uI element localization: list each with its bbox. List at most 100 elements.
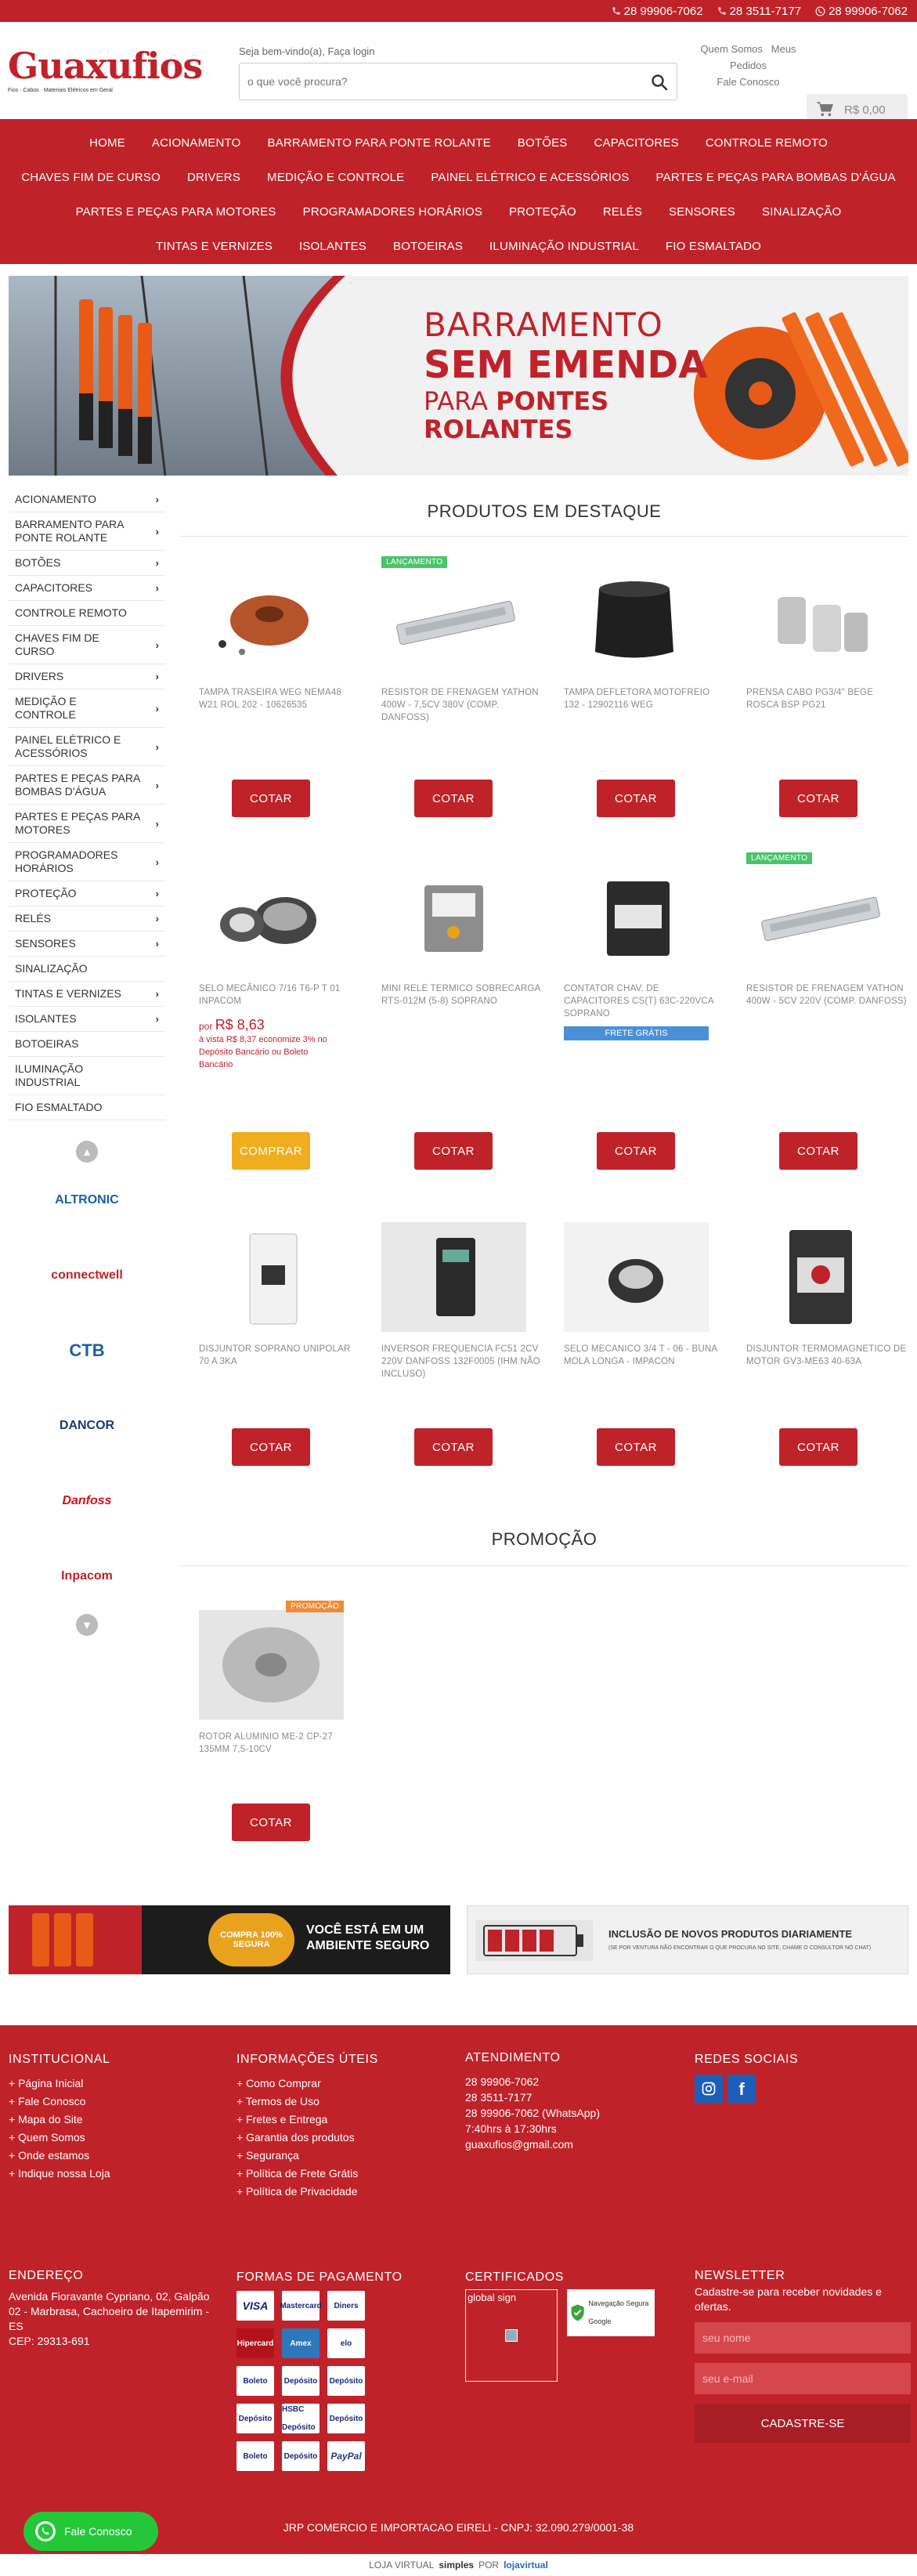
buy-button[interactable]: COMPRAR <box>232 1132 310 1170</box>
product-card[interactable]: SELO MECANICO 3/4 T - 06 - BUNA MOLA LON… <box>564 1222 724 1466</box>
link-quem-somos[interactable]: Quem Somos <box>700 43 762 55</box>
product-card[interactable]: PROMOÇÃO ROTOR ALUMINIO ME-2 CP-27 135MM … <box>199 1601 359 1841</box>
hero-banner[interactable]: BARRAMENTO SEM EMENDA PARA PONTES ROLANT… <box>9 276 908 476</box>
sidebar-category[interactable]: SINALIZAÇÃO <box>9 957 165 982</box>
footer-link[interactable]: + Segurança <box>236 2147 448 2165</box>
nav-item[interactable]: SENSORES <box>669 205 735 219</box>
product-card[interactable]: MINI RELE TERMICO SOBRECARGA RTS-012M (5… <box>381 862 542 1170</box>
product-card[interactable]: TAMPA DEFLETORA MOTOFREIO 132 - 12902116… <box>564 566 724 817</box>
footer-link[interactable]: + Mapa do Site <box>9 2111 220 2129</box>
footer-link[interactable]: + Indique nossa Loja <box>9 2165 220 2183</box>
sidebar-category[interactable]: PARTES E PEÇAS PARA BOMBAS D'ÁGUA › <box>9 766 165 805</box>
product-card[interactable]: LANÇAMENTO RESISTOR DE FRENAGEM YATHON 40… <box>381 556 542 817</box>
product-name[interactable]: PRENSA CABO PG3/4" BEGE ROSCA BSP PG21 <box>746 686 907 727</box>
brand-logo[interactable]: Danfoss <box>9 1463 165 1539</box>
product-image[interactable]: PROMOÇÃO <box>199 1601 344 1720</box>
brand-logo[interactable]: connectwell <box>9 1238 165 1313</box>
brands-down-button[interactable]: ▼ <box>76 1614 98 1636</box>
product-name[interactable]: MINI RELE TERMICO SOBRECARGA RTS-012M (5… <box>381 982 542 1023</box>
nav-item[interactable]: PARTES E PEÇAS PARA BOMBAS D'ÁGUA <box>656 171 896 184</box>
nav-item[interactable]: CAPACITORES <box>594 136 679 150</box>
brand-logo[interactable]: CTB <box>9 1313 165 1388</box>
sidebar-category[interactable]: RELÉS › <box>9 906 165 932</box>
sidebar-category[interactable]: CHAVES FIM DE CURSO › <box>9 626 165 664</box>
product-name[interactable]: RESISTOR DE FRENAGEM YATHON 400W - 7,5CV… <box>381 686 542 727</box>
product-name[interactable]: ROTOR ALUMINIO ME-2 CP-27 135MM 7,5-10CV <box>199 1731 359 1771</box>
nav-item[interactable]: RELÉS <box>603 205 642 219</box>
sidebar-category[interactable]: ISOLANTES › <box>9 1007 165 1032</box>
product-name[interactable]: INVERSOR FREQUENCIA FC51 2CV 220V DANFOS… <box>381 1343 542 1384</box>
facebook-icon[interactable]: f <box>727 2075 756 2103</box>
phone-2[interactable]: 28 3511-7177 <box>717 5 801 18</box>
nav-item[interactable]: SINALIZAÇÃO <box>762 205 841 219</box>
product-card[interactable]: INVERSOR FREQUENCIA FC51 2CV 220V DANFOS… <box>381 1222 542 1466</box>
link-fale-conosco[interactable]: Fale Conosco <box>717 76 779 88</box>
product-image[interactable] <box>381 862 526 971</box>
sidebar-category[interactable]: BARRAMENTO PARA PONTE ROLANTE › <box>9 512 165 551</box>
newsletter-submit-button[interactable]: CADASTRE-SE <box>695 2404 911 2443</box>
nav-item[interactable]: PAINEL ELÉTRICO E ACESSÓRIOS <box>431 171 629 184</box>
google-safe-seal[interactable]: Navegação Segura Google <box>567 2289 655 2336</box>
quote-button[interactable]: COTAR <box>597 1132 675 1170</box>
brand-logo[interactable]: ALTRONIC <box>9 1163 165 1238</box>
nav-item[interactable]: BOTÕES <box>518 136 568 150</box>
nav-item[interactable]: ILUMINAÇÃO INDUSTRIAL <box>489 240 639 253</box>
platform-brand-2[interactable]: lojavirtual <box>504 2560 548 2571</box>
sidebar-category[interactable]: PROTEÇÃO › <box>9 881 165 906</box>
nav-item[interactable]: MEDIÇÃO E CONTROLE <box>267 171 404 184</box>
product-image[interactable] <box>564 862 709 971</box>
sidebar-category[interactable]: DRIVERS › <box>9 664 165 689</box>
nav-item[interactable]: TINTAS E VERNIZES <box>156 240 273 253</box>
whatsapp-phone[interactable]: 28 99906-7062 <box>815 5 908 18</box>
welcome-login-link[interactable]: Seja bem-vindo(a), Faça login <box>239 45 374 57</box>
product-card[interactable]: SELO MECÂNICO 7/16 T6-P T 01 INPACOM por … <box>199 862 359 1170</box>
product-image[interactable] <box>199 1222 344 1332</box>
sidebar-category[interactable]: FIO ESMALTADO <box>9 1095 165 1120</box>
footer-link[interactable]: + Onde estamos <box>9 2147 220 2165</box>
product-image[interactable] <box>199 862 344 971</box>
product-card[interactable]: PRENSA CABO PG3/4" BEGE ROSCA BSP PG21 CO… <box>746 566 907 817</box>
product-image[interactable] <box>199 566 344 675</box>
nav-item[interactable]: CONTROLE REMOTO <box>706 136 828 150</box>
product-image[interactable] <box>746 566 891 675</box>
brand-logo[interactable]: DANCOR <box>9 1388 165 1463</box>
sidebar-category[interactable]: PAINEL ELÉTRICO E ACESSÓRIOS › <box>9 728 165 766</box>
sidebar-category[interactable]: BOTÕES › <box>9 551 165 576</box>
nav-item[interactable]: DRIVERS <box>187 171 240 184</box>
quote-button[interactable]: COTAR <box>779 780 857 817</box>
product-image[interactable] <box>746 1222 891 1332</box>
nav-item[interactable]: PROGRAMADORES HORÁRIOS <box>303 205 482 219</box>
footer-link[interactable]: + Quem Somos <box>9 2129 220 2147</box>
footer-link[interactable]: + Termos de Uso <box>236 2093 448 2111</box>
quote-button[interactable]: COTAR <box>597 1428 675 1466</box>
platform-brand-1[interactable]: simples <box>439 2560 474 2571</box>
sidebar-category[interactable]: PARTES E PEÇAS PARA MOTORES › <box>9 805 165 843</box>
nav-item[interactable]: BARRAMENTO PARA PONTE ROLANTE <box>267 136 490 150</box>
footer-link[interactable]: + Como Comprar <box>236 2075 448 2093</box>
footer-link[interactable]: + Fale Conosco <box>9 2093 220 2111</box>
sidebar-category[interactable]: PROGRAMADORES HORÁRIOS › <box>9 843 165 881</box>
quote-button[interactable]: COTAR <box>414 1428 493 1466</box>
product-image[interactable] <box>564 566 709 675</box>
sidebar-category[interactable]: ILUMINAÇÃO INDUSTRIAL <box>9 1057 165 1095</box>
product-name[interactable]: TAMPA TRASEIRA WEG NEMA48 W21 ROL 202 - … <box>199 686 359 727</box>
quote-button[interactable]: COTAR <box>779 1428 857 1466</box>
product-image[interactable] <box>564 1222 709 1332</box>
whatsapp-chat-button[interactable]: Fale Conosco <box>23 2512 158 2551</box>
site-logo[interactable]: Guaxufios Fios · Cabos · Materiais Elétr… <box>8 44 203 107</box>
search-icon[interactable] <box>650 73 669 92</box>
brand-logo[interactable]: Inpacom <box>9 1539 165 1614</box>
newsletter-email-input[interactable]: seu e-mail <box>695 2363 911 2394</box>
product-image[interactable]: LANÇAMENTO <box>381 556 526 675</box>
sidebar-category[interactable]: SENSORES › <box>9 932 165 957</box>
product-name[interactable]: RESISTOR DE FRENAGEM YATHON 400W - 5CV 2… <box>746 982 907 1023</box>
product-name[interactable]: DISJUNTOR TERMOMAGNETICO DE MOTOR GV3-ME… <box>746 1343 907 1384</box>
footer-link[interactable]: + Página Inicial <box>9 2075 220 2093</box>
product-card[interactable]: DISJUNTOR TERMOMAGNETICO DE MOTOR GV3-ME… <box>746 1222 907 1466</box>
footer-link[interactable]: + Política de Privacidade <box>236 2183 448 2201</box>
nav-item[interactable]: HOME <box>89 136 125 150</box>
footer-link[interactable]: + Garantia dos produtos <box>236 2129 448 2147</box>
quote-button[interactable]: COTAR <box>779 1132 857 1170</box>
sidebar-category[interactable]: TINTAS E VERNIZES › <box>9 982 165 1007</box>
footer-link[interactable]: + Fretes e Entrega <box>236 2111 448 2129</box>
